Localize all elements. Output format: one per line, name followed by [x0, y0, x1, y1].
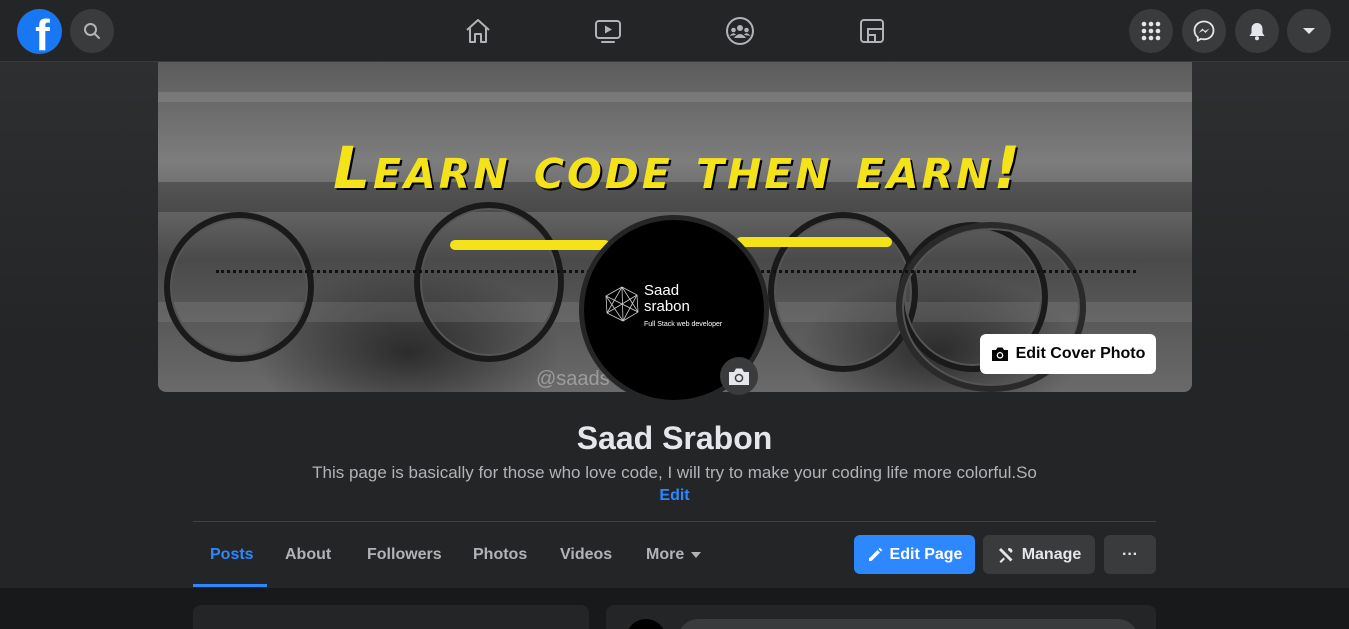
tab-label: Videos	[560, 546, 613, 563]
groups-icon	[726, 17, 754, 45]
search-icon	[84, 23, 100, 39]
yellow-brush-stroke	[736, 237, 892, 247]
bell-icon	[1249, 23, 1265, 41]
tab-label: About	[285, 546, 332, 563]
tab-videos[interactable]: Videos	[560, 534, 612, 576]
edit-cover-photo-label: Edit Cover Photo	[1015, 345, 1146, 362]
edit-cover-photo-button[interactable]: Edit Cover Photo	[980, 334, 1156, 374]
facebook-logo[interactable]: f	[17, 9, 62, 54]
tab-label: More	[646, 546, 685, 563]
gaming-icon	[860, 19, 884, 43]
search-button[interactable]	[70, 9, 114, 53]
nav-home[interactable]	[458, 12, 498, 50]
edit-page-label: Edit Page	[889, 545, 963, 563]
tab-label: Photos	[473, 546, 528, 563]
tab-more[interactable]: More	[646, 534, 702, 576]
tab-label: Followers	[367, 546, 442, 563]
chevron-down-icon	[1303, 28, 1315, 34]
messenger-button[interactable]	[1182, 9, 1226, 53]
header-divider	[193, 521, 1156, 522]
grid-menu-icon	[1141, 21, 1161, 41]
more-options-icon: ···	[1122, 545, 1138, 563]
nav-watch[interactable]	[588, 12, 628, 50]
create-post-card	[606, 605, 1156, 629]
bicycle-wheel	[414, 202, 564, 362]
cover-title: Learn code then earn!	[333, 134, 1023, 202]
avatar-name-line1: Saad	[644, 282, 680, 299]
more-options-button[interactable]: ···	[1104, 535, 1156, 574]
camera-icon	[991, 347, 1008, 361]
create-post-input[interactable]	[678, 619, 1138, 629]
avatar-name-line2: srabon	[644, 298, 690, 315]
facebook-logo-letter: f	[35, 11, 50, 55]
intro-card	[193, 605, 589, 629]
notifications-button[interactable]	[1235, 9, 1279, 53]
manage-label: Manage	[1021, 545, 1082, 563]
cover-watermark: @saads	[536, 368, 610, 390]
tab-about[interactable]: About	[285, 534, 331, 576]
pencil-icon	[868, 547, 882, 561]
active-tab-indicator	[193, 584, 267, 587]
menu-button[interactable]	[1129, 9, 1173, 53]
bicycle-wheel	[768, 212, 918, 372]
nav-gaming[interactable]	[852, 12, 892, 50]
top-navigation-bar: f	[0, 0, 1349, 62]
camera-icon	[729, 368, 749, 385]
avatar[interactable]	[626, 619, 666, 629]
update-avatar-button[interactable]	[720, 357, 758, 395]
avatar-brand-name: Saad srabon	[644, 283, 690, 315]
caret-down-icon	[691, 551, 702, 558]
tab-posts[interactable]: Posts	[210, 534, 254, 576]
motion-streak	[158, 92, 1192, 102]
bicycle-wheel	[164, 212, 314, 362]
account-button[interactable]	[1287, 9, 1331, 53]
messenger-icon	[1193, 20, 1215, 42]
tools-icon	[998, 547, 1013, 563]
tab-label: Posts	[210, 546, 254, 563]
manage-button[interactable]: Manage	[983, 535, 1095, 574]
page-bio: This page is basically for those who lov…	[312, 463, 1037, 482]
yellow-brush-stroke	[450, 240, 610, 250]
edit-bio-link: Edit	[0, 487, 1349, 505]
home-icon	[466, 19, 490, 43]
nav-groups[interactable]	[720, 12, 760, 50]
page-title: Saad Srabon	[576, 420, 773, 456]
polygon-logo-icon	[605, 286, 639, 322]
tab-photos[interactable]: Photos	[473, 534, 527, 576]
tab-followers[interactable]: Followers	[367, 534, 442, 576]
edit-page-button[interactable]: Edit Page	[854, 535, 975, 574]
edit-bio-link-label[interactable]: Edit	[659, 487, 689, 504]
avatar-subtitle: Full Stack web developer	[644, 321, 723, 328]
watch-icon	[595, 20, 621, 43]
